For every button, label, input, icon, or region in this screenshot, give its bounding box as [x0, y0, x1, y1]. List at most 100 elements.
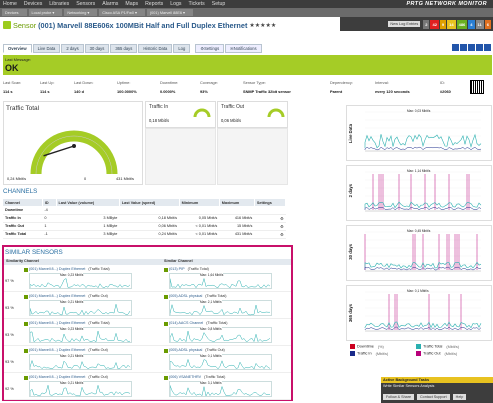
view-button-4[interactable]: [476, 44, 483, 51]
similar-channel-name[interactable]: (014) AACS Channel (Traffic Total): [169, 321, 227, 325]
priority-stars[interactable]: ★★★★★: [249, 22, 276, 29]
gauge-min: 0: [84, 176, 87, 181]
tab-settings[interactable]: ⚙ Settings: [195, 44, 225, 53]
breadcrumb-item[interactable]: Devices: [2, 9, 27, 16]
nav-item-tickets[interactable]: Tickets: [188, 1, 204, 7]
footer-button-follow-share[interactable]: Follow & Share: [383, 394, 415, 400]
status-count-badge[interactable]: 42: [430, 19, 439, 29]
similar-channel-card[interactable]: (001) Marvell 8...) Duplex Ethernet (Traf…: [24, 267, 132, 289]
sparkline-max-label: Max: 1,64 Mbit/s: [200, 273, 224, 277]
table-cell: [56, 206, 120, 215]
similar-channel-name[interactable]: (006) VSANETHRV (Traffic Total): [169, 375, 225, 379]
nav-item-maps[interactable]: Maps: [125, 1, 138, 7]
history-chart-plot: [364, 231, 482, 272]
channels-header-cell: Settings: [254, 199, 287, 206]
info-key: Last Up:: [40, 80, 55, 85]
tab-2-days[interactable]: 2 days: [61, 44, 84, 53]
similar-channel-name[interactable]: (001) Marvell 8...) Duplex Ethernet (Traf…: [29, 321, 110, 325]
similar-channel-card[interactable]: (001) Marvell 8...) Duplex Ethernet (Traf…: [24, 348, 132, 370]
breadcrumb-item[interactable]: Cisco ASA P1/Fw0 ▾: [99, 9, 145, 16]
view-buttons: [451, 44, 491, 51]
similar-channel-name[interactable]: (005) ADSL physical (Traffic Total): [169, 294, 227, 298]
sensor-label: Sensor: [13, 20, 37, 30]
status-count-badge[interactable]: 4: [468, 19, 475, 29]
tab-log[interactable]: Log: [173, 44, 191, 53]
table-cell: 0,18 Mbit/s: [119, 214, 180, 223]
nav-item-home[interactable]: Home: [3, 1, 17, 7]
table-cell: [119, 206, 180, 215]
gauge-max: 431 Mbit/s: [116, 176, 134, 181]
check-icon: [24, 295, 28, 299]
breadcrumb-item[interactable]: (001) Marvell 88E6 ▾: [146, 9, 193, 16]
info-value: every 120 seconds: [375, 89, 410, 94]
similar-channel-name[interactable]: (001) Marvell 8...) Duplex Ethernet (Traf…: [29, 375, 108, 379]
similar-channel-card[interactable]: (001) Marvell 8...) Duplex Ethernet (Traf…: [24, 321, 132, 343]
status-count-badge[interactable]: 9: [439, 19, 447, 29]
breadcrumb-item[interactable]: Networking ▾: [64, 9, 98, 16]
similar-channel-name[interactable]: (001) Marvell 8...) Duplex Ethernet (Traf…: [29, 267, 110, 271]
similar-channel-card[interactable]: (006) VSANETHRV (Traffic Total) Max: 3,1 M…: [164, 375, 272, 397]
info-key: Last Down:: [74, 80, 94, 85]
similar-channel-card[interactable]: (001) Marvell 8...) Duplex Ethernet (Traf…: [24, 375, 132, 397]
footer-button-help[interactable]: Help: [452, 394, 467, 400]
legend-item[interactable]: Traffic In (Mbit/s): [350, 351, 388, 356]
new-log-entries-button[interactable]: New Log Entries: [388, 21, 421, 27]
history-chart-365-days[interactable]: 365 days Max: 0,1 Mbit/s: [346, 285, 492, 341]
legend-item[interactable]: Traffic Out (Mbit/s): [416, 351, 457, 356]
footer-button-contact-support[interactable]: Contact Support: [417, 394, 450, 400]
tab-overview[interactable]: Overview: [3, 44, 32, 53]
similar-channel-card[interactable]: (001) Marvell 8...) Duplex Ethernet (Traf…: [24, 294, 132, 316]
similar-channel-card[interactable]: (013) PIP (Traffic Total) Max: 1,64 Mbit/s: [164, 267, 272, 289]
chart-range-label: 2 days: [348, 184, 353, 198]
legend-item[interactable]: Downtime (%): [350, 344, 384, 349]
nav-item-logs[interactable]: Logs: [170, 1, 181, 7]
table-cell[interactable]: ⚙: [254, 214, 286, 223]
similar-channel-card[interactable]: (005) ADSL physical (Traffic Total) Max: 2…: [164, 294, 272, 316]
table-cell: -4: [42, 206, 57, 215]
similar-channel-card[interactable]: (014) AACS Channel (Traffic Total) Max: 0,…: [164, 321, 272, 343]
history-chart-30-days[interactable]: 30 days Max: 0,45 Mbit/s: [346, 225, 492, 281]
tab-365-days[interactable]: 365 days: [110, 44, 138, 53]
view-button-1[interactable]: [452, 44, 459, 51]
legend-item[interactable]: Traffic Total (Mbit/s): [416, 344, 459, 349]
nav-item-libraries[interactable]: Libraries: [49, 1, 69, 7]
gauge-dial: [30, 130, 118, 175]
tab-live-data[interactable]: Live Data: [32, 44, 61, 53]
similar-channel-name[interactable]: (005) ADSL physical (Traffic Out): [169, 348, 225, 352]
status-count-badge[interactable]: 11: [475, 19, 484, 29]
info-key: Coverage:: [200, 80, 218, 85]
sensor-name-text: (001) Marvell 8...) Duplex Ethernet: [29, 321, 86, 325]
similar-channel-name[interactable]: (001) Marvell 8...) Duplex Ethernet (Traf…: [29, 294, 108, 298]
channel-name-text: (Traffic Total): [88, 321, 110, 325]
table-cell[interactable]: ⚙: [254, 230, 286, 239]
similar-channel-card[interactable]: (005) ADSL physical (Traffic Out) Max: 0,1…: [164, 348, 272, 370]
similar-header-similarity: Similarity: [6, 259, 24, 263]
history-chart-live-data[interactable]: Live Data Max: 0,03 Mbit/s: [346, 105, 492, 161]
similar-channel-name[interactable]: (001) Marvell 8...) Duplex Ethernet (Traf…: [29, 348, 108, 352]
view-button-5[interactable]: [484, 44, 491, 51]
status-count-badge[interactable]: 2: [423, 19, 430, 29]
nav-item-sensors[interactable]: Sensors: [76, 1, 95, 7]
similar-channel-name[interactable]: (013) PIP (Traffic Total): [169, 267, 209, 271]
history-chart-2-days[interactable]: 2 days Max: 1,14 Mbit/s: [346, 165, 492, 221]
nav-item-alarms[interactable]: Alarms: [102, 1, 118, 7]
channels-table: Channel ID Last Value (volume) Last Value (…: [3, 199, 287, 239]
tab-historic-data[interactable]: Historic Data: [138, 44, 173, 53]
info-field: ID: #2060: [440, 80, 451, 94]
tab-30-days[interactable]: 30 days: [84, 44, 110, 53]
view-button-3[interactable]: [468, 44, 475, 51]
sparkline-chart: [30, 384, 131, 397]
view-button-2[interactable]: [460, 44, 467, 51]
status-count-badge[interactable]: 14: [447, 19, 456, 29]
status-count-badge[interactable]: 486: [456, 19, 468, 29]
status-count-badge[interactable]: 6: [484, 19, 491, 29]
tab-notifications[interactable]: ✉ Notifications: [225, 44, 262, 53]
table-cell[interactable]: ⚙: [254, 222, 286, 231]
legend-swatch: [416, 344, 421, 349]
nav-item-devices[interactable]: Devices: [24, 1, 42, 7]
info-field: Uptime: 100.0000%: [117, 80, 137, 94]
breadcrumb-item[interactable]: Local probe ▾: [28, 9, 63, 16]
nav-item-setup[interactable]: Setup: [212, 1, 226, 7]
nav-item-reports[interactable]: Reports: [145, 1, 163, 7]
table-cell[interactable]: [254, 206, 286, 215]
